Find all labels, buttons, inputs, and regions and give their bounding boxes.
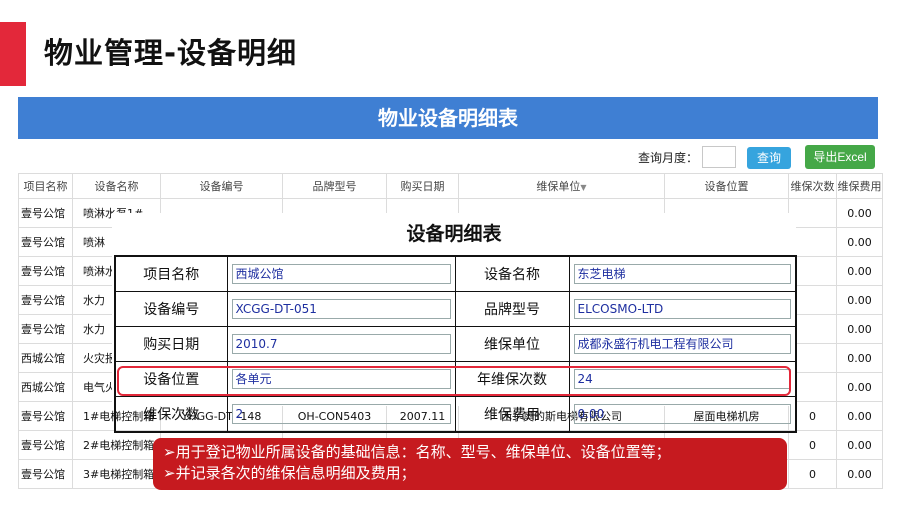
column-header[interactable]: 设备编号 <box>160 173 283 199</box>
table-cell: 壹号公馆 <box>18 314 73 344</box>
table-cell: 壹号公馆 <box>18 430 73 460</box>
device-no-field[interactable]: XCGG-DT-051 <box>231 299 451 319</box>
table-cell: 壹号公馆 <box>18 198 73 228</box>
column-header[interactable]: 维保费用 <box>836 173 883 199</box>
table-cell: 3#电梯控制箱 <box>72 459 161 489</box>
column-header-label: 维保单位 <box>536 180 581 193</box>
device-no-label: 设备编号 <box>114 291 228 327</box>
purchase-date-field[interactable]: 2010.7 <box>231 334 451 354</box>
table-cell: 0.00 <box>836 459 883 489</box>
detail-row: 设备编号 XCGG-DT-051 品牌型号 ELCOSMO-LTD <box>114 291 797 327</box>
maintenance-vendor-label: 维保单位 <box>454 326 570 362</box>
description-callout: ➢用于登记物业所属设备的基础信息：名称、型号、维保单位、设备位置等； ➢并记录各… <box>153 438 787 490</box>
purchase-date-label: 购买日期 <box>114 326 228 362</box>
device-name-label: 设备名称 <box>454 255 570 292</box>
table-cell: 0.00 <box>836 285 883 315</box>
query-month-input[interactable] <box>702 146 736 168</box>
sort-arrow-icon[interactable]: ▼ <box>580 183 586 192</box>
table-cell: 0.00 <box>836 401 883 431</box>
device-name-field[interactable]: 东芝电梯 <box>573 264 791 284</box>
table-cell: 0.00 <box>836 198 883 228</box>
column-header[interactable]: 设备位置 <box>664 173 789 199</box>
callout-line: ➢并记录各次的维保信息明细及费用； <box>163 464 416 482</box>
table-cell: 壹号公馆 <box>18 227 73 257</box>
table-cell: 0.00 <box>836 430 883 460</box>
detail-form: 项目名称 西城公馆 设备名称 东芝电梯 设备编号 XCGG-DT-051 品牌型… <box>114 255 797 433</box>
table-cell: 0.00 <box>836 372 883 402</box>
maintenance-fee-label: 维保费用 <box>454 396 570 433</box>
table-banner: 物业设备明细表 <box>18 97 878 139</box>
detail-row: 项目名称 西城公馆 设备名称 东芝电梯 <box>114 255 797 292</box>
page-title: 物业管理-设备明细 <box>44 36 298 70</box>
table-cell: 西城公馆 <box>18 343 73 373</box>
project-name-label: 项目名称 <box>114 255 228 292</box>
accent-bar <box>0 22 26 86</box>
brand-model-label: 品牌型号 <box>454 291 570 327</box>
table-cell: 0.00 <box>836 227 883 257</box>
column-header[interactable]: 购买日期 <box>386 173 459 199</box>
brand-model-field[interactable]: ELCOSMO-LTD <box>573 299 791 319</box>
query-month-label: 查询月度： <box>638 151 699 165</box>
maintenance-fee-field[interactable]: 0.00 <box>573 404 791 424</box>
query-button[interactable]: 查询 <box>747 147 791 169</box>
table-cell: 0.00 <box>836 256 883 286</box>
column-header[interactable]: 品牌型号 <box>282 173 387 199</box>
maintenance-count-label: 维保次数 <box>114 396 228 433</box>
table-cell: 西城公馆 <box>18 372 73 402</box>
callout-line: ➢用于登记物业所属设备的基础信息：名称、型号、维保单位、设备位置等； <box>163 443 671 461</box>
column-header-vendor[interactable]: 维保单位▼ <box>458 173 665 199</box>
column-header[interactable]: 设备名称 <box>72 173 161 199</box>
highlight-frame <box>117 366 791 396</box>
column-header[interactable]: 维保次数 <box>788 173 837 199</box>
table-cell: 0.00 <box>836 314 883 344</box>
table-cell: 2#电梯控制箱 <box>72 430 161 460</box>
detail-row: 维保次数 2 维保费用 0.00 <box>114 396 797 433</box>
column-header[interactable]: 项目名称 <box>18 173 73 199</box>
table-cell: 壹号公馆 <box>18 459 73 489</box>
table-cell: 壹号公馆 <box>18 401 73 431</box>
table-cell: 0 <box>788 459 837 489</box>
toolbar: 查询月度： 查询 导出Excel <box>18 139 878 174</box>
table-cell: 壹号公馆 <box>18 256 73 286</box>
project-name-field[interactable]: 西城公馆 <box>231 264 451 284</box>
table-cell: 0.00 <box>836 343 883 373</box>
detail-row: 购买日期 2010.7 维保单位 成都永盛行机电工程有限公司 <box>114 326 797 362</box>
table-cell: 壹号公馆 <box>18 285 73 315</box>
maintenance-vendor-field[interactable]: 成都永盛行机电工程有限公司 <box>573 334 791 354</box>
maintenance-count-field[interactable]: 2 <box>231 404 451 424</box>
table-header-row: 项目名称 设备名称 设备编号 品牌型号 购买日期 维保单位▼ 设备位置 维保次数… <box>18 173 883 199</box>
table-cell: 0 <box>788 430 837 460</box>
detail-title: 设备明细表 <box>406 223 502 245</box>
export-excel-button[interactable]: 导出Excel <box>805 145 875 169</box>
